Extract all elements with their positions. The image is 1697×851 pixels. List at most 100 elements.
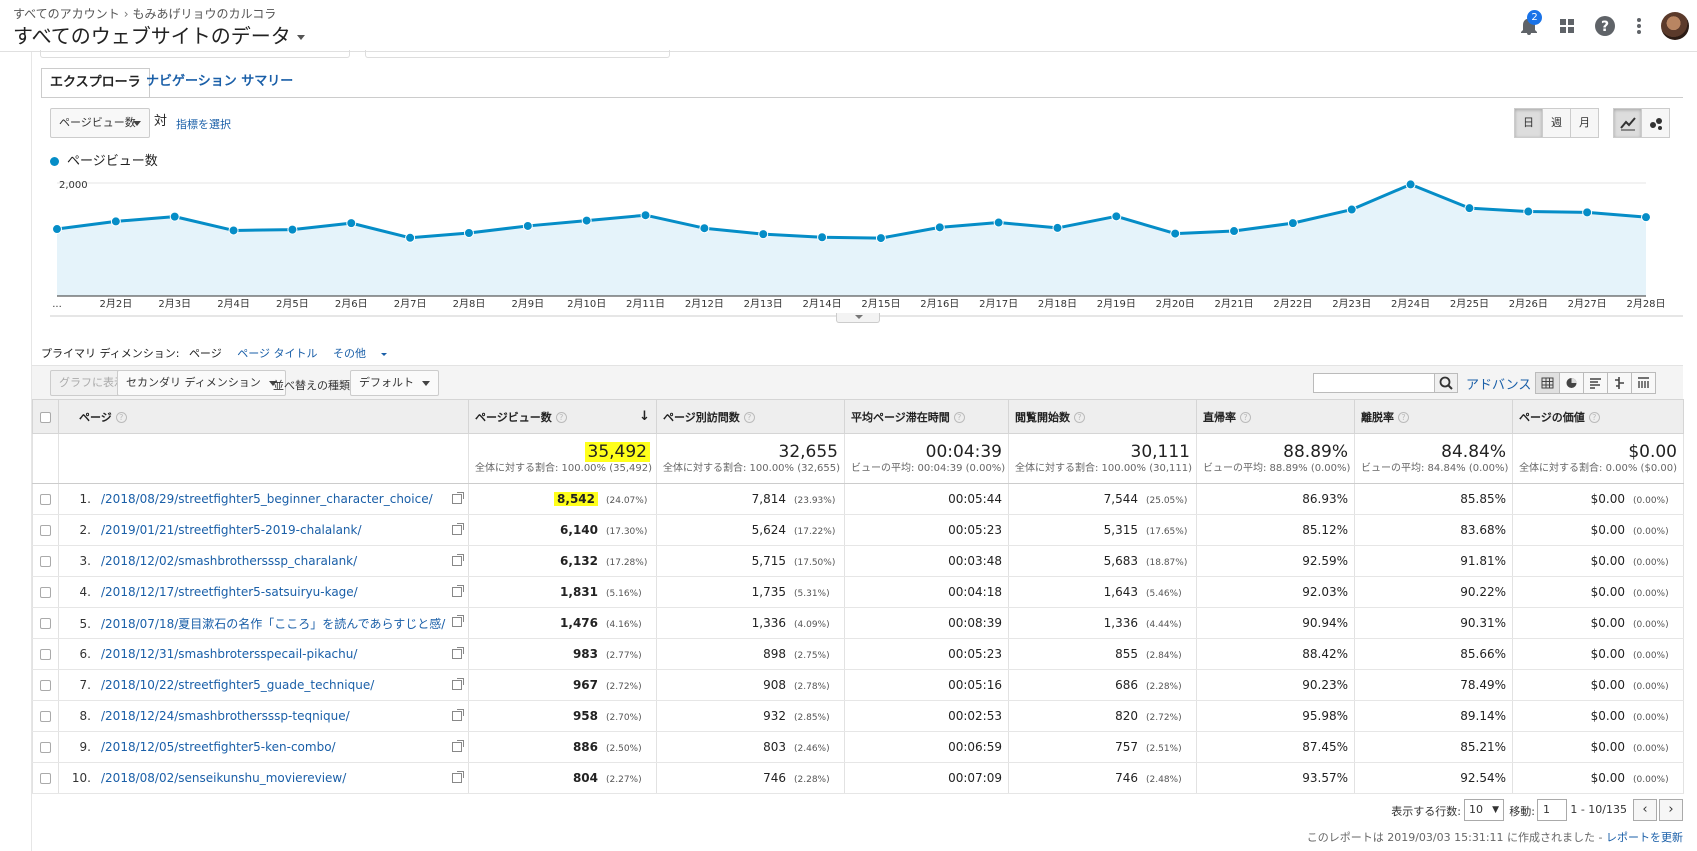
dimension-page[interactable]: ページ <box>189 347 222 360</box>
data-point[interactable] <box>522 220 533 231</box>
page-link[interactable]: /2018/08/29/streetfighter5_beginner_char… <box>101 492 433 506</box>
page-link[interactable]: /2018/12/02/smashbrothersssp_charalank/ <box>101 554 357 568</box>
page-link[interactable]: /2019/01/21/streetfighter5-2019-chalalan… <box>101 523 362 537</box>
row-checkbox[interactable] <box>40 556 51 567</box>
avg-time-cell: 00:03:48 <box>844 545 1009 577</box>
row-checkbox[interactable] <box>40 773 51 784</box>
help-icon[interactable]: ? <box>1074 412 1085 423</box>
header-page-value[interactable]: ページの価値? <box>1512 399 1684 434</box>
header-entrances[interactable]: 閲覧開始数? <box>1008 399 1197 434</box>
goto-page-input[interactable]: 1 <box>1537 799 1567 821</box>
open-external-icon[interactable] <box>452 709 464 721</box>
data-point[interactable] <box>1052 222 1063 233</box>
open-external-icon[interactable] <box>452 771 464 783</box>
row-checkbox-cell <box>32 483 59 515</box>
prev-page-button[interactable]: ‹ <box>1633 799 1657 821</box>
page-link[interactable]: /2018/10/22/streetfighter5_guade_techniq… <box>101 678 374 692</box>
row-checkbox[interactable] <box>40 494 51 505</box>
select-all-checkbox[interactable] <box>40 411 51 423</box>
performance-view-icon[interactable] <box>1583 372 1608 394</box>
data-point[interactable] <box>1229 226 1240 237</box>
page-link[interactable]: /2018/07/18/夏目漱石の名作「こころ」を読んであらすじと感/ <box>101 617 445 631</box>
data-point[interactable] <box>287 224 298 235</box>
row-checkbox[interactable] <box>40 680 51 691</box>
chart-collapse-handle[interactable] <box>836 313 880 323</box>
page-link[interactable]: /2018/08/02/senseikunshu_moviereview/ <box>101 771 346 785</box>
advanced-filter-link[interactable]: アドバンス <box>1466 374 1531 393</box>
row-checkbox[interactable] <box>40 618 51 629</box>
data-point[interactable] <box>1405 179 1416 190</box>
data-point[interactable] <box>699 223 710 234</box>
row-checkbox-cell <box>32 731 59 763</box>
data-point[interactable] <box>228 225 239 236</box>
page-link[interactable]: /2018/12/05/streetfighter5-ken-combo/ <box>101 740 336 754</box>
row-checkbox[interactable] <box>40 742 51 753</box>
data-point[interactable] <box>1346 204 1357 215</box>
dimension-other[interactable]: その他 <box>333 347 399 360</box>
data-point[interactable] <box>581 215 592 226</box>
open-external-icon[interactable] <box>452 740 464 752</box>
data-point[interactable] <box>405 232 416 243</box>
data-point[interactable] <box>817 232 828 243</box>
open-external-icon[interactable] <box>452 554 464 566</box>
open-external-icon[interactable] <box>452 585 464 597</box>
data-point[interactable] <box>1641 212 1651 223</box>
secondary-dimension-select[interactable]: セカンダリ ディメンション <box>117 370 286 396</box>
header-bounce-rate[interactable]: 直帰率? <box>1196 399 1355 434</box>
pivot-view-icon[interactable] <box>1631 372 1656 394</box>
header-unique-pageviews[interactable]: ページ別訪問数? <box>656 399 845 434</box>
data-point[interactable] <box>993 217 1004 228</box>
header-avg-time[interactable]: 平均ページ滞在時間? <box>844 399 1009 434</box>
help-icon[interactable]: ? <box>555 412 567 423</box>
help-icon[interactable]: ? <box>743 412 755 423</box>
data-point[interactable] <box>640 210 651 221</box>
help-icon[interactable]: ? <box>1398 412 1409 423</box>
open-external-icon[interactable] <box>452 647 464 659</box>
data-point[interactable] <box>1523 206 1534 217</box>
data-point[interactable] <box>52 224 62 235</box>
table-view-icon[interactable] <box>1535 372 1560 394</box>
search-icon[interactable] <box>1434 373 1458 393</box>
data-point[interactable] <box>1170 228 1181 239</box>
x-tick-label: 2月23日 <box>1332 298 1371 310</box>
header-pageviews[interactable]: ページビュー数? ↓ <box>468 399 657 434</box>
avg-time-value: 00:07:09 <box>948 771 1002 785</box>
next-page-button[interactable]: › <box>1659 799 1683 821</box>
row-checkbox[interactable] <box>40 649 51 660</box>
row-checkbox[interactable] <box>40 525 51 536</box>
help-icon[interactable]: ? <box>115 412 127 423</box>
header-exit-rate[interactable]: 離脱率? <box>1354 399 1513 434</box>
data-point[interactable] <box>758 229 769 240</box>
data-point[interactable] <box>110 216 121 227</box>
data-point[interactable] <box>1111 211 1122 222</box>
data-point[interactable] <box>463 228 474 239</box>
data-point[interactable] <box>875 233 886 244</box>
page-link[interactable]: /2018/12/31/smashbrotersspecail-pikachu/ <box>101 647 357 661</box>
pie-view-icon[interactable] <box>1559 372 1584 394</box>
open-external-icon[interactable] <box>452 492 464 504</box>
comparison-view-icon[interactable] <box>1607 372 1632 394</box>
open-external-icon[interactable] <box>452 523 464 535</box>
help-icon[interactable]: ? <box>1240 412 1251 423</box>
row-checkbox[interactable] <box>40 711 51 722</box>
help-icon[interactable]: ? <box>1588 412 1600 423</box>
page-link[interactable]: /2018/12/24/smashbrothersssp-teqnique/ <box>101 709 350 723</box>
page-link[interactable]: /2018/12/17/streetfighter5-satsuiryu-kag… <box>101 585 358 599</box>
pageviews-cell: 1,476 (4.16%) <box>468 607 657 639</box>
refresh-report-link[interactable]: レポートを更新 <box>1606 831 1683 844</box>
data-point[interactable] <box>1464 203 1475 214</box>
data-point[interactable] <box>169 211 180 222</box>
row-checkbox[interactable] <box>40 587 51 598</box>
open-external-icon[interactable] <box>452 614 464 627</box>
data-point[interactable] <box>1287 218 1298 229</box>
data-point[interactable] <box>934 222 945 233</box>
data-point[interactable] <box>346 218 357 229</box>
dimension-page-title[interactable]: ページ タイトル <box>237 347 317 360</box>
table-search-input[interactable] <box>1313 373 1435 393</box>
sort-type-select[interactable]: デフォルト <box>350 370 439 396</box>
rows-per-page-select[interactable]: 10 ▼ <box>1464 799 1504 821</box>
open-external-icon[interactable] <box>452 678 464 690</box>
help-icon[interactable]: ? <box>953 412 965 423</box>
data-point[interactable] <box>1582 207 1593 218</box>
header-page[interactable]: ページ? <box>58 399 469 434</box>
